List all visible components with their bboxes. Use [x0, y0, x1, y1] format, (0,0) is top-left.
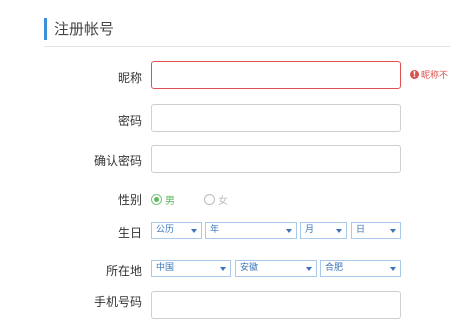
birthday-month-select[interactable]: 月 [300, 222, 347, 239]
birthday-day-select[interactable]: 日 [351, 222, 401, 239]
nickname-error-tip: ! 昵称不 [410, 68, 448, 81]
country-value: 中国 [156, 263, 175, 273]
page-title: 注册帐号 [54, 20, 115, 38]
nickname-input[interactable] [151, 61, 401, 89]
location-country-select[interactable]: 中国 [151, 260, 231, 277]
year-value: 年 [210, 225, 220, 235]
chevron-down-icon [306, 267, 312, 271]
month-value: 月 [305, 225, 315, 235]
password-label: 密码 [117, 114, 142, 128]
radio-checked-icon [151, 194, 162, 205]
chevron-down-icon [336, 229, 342, 233]
chevron-down-icon [390, 267, 396, 271]
confirm-password-label: 确认密码 [93, 154, 142, 168]
chevron-down-icon [286, 229, 292, 233]
phone-label: 手机号码 [93, 295, 142, 309]
gender-radio-female[interactable]: 女 [204, 192, 228, 207]
birthday-year-select[interactable]: 年 [205, 222, 297, 239]
chevron-down-icon [390, 229, 396, 233]
page-header: 注册帐号 [44, 14, 450, 47]
city-value: 合肥 [325, 263, 344, 273]
province-value: 安徽 [240, 263, 259, 273]
chevron-down-icon [220, 267, 226, 271]
birthday-label: 生日 [117, 226, 142, 240]
gender-option-male: 男 [165, 196, 175, 207]
calendar-value: 公历 [156, 225, 175, 235]
title-accent-bar [44, 18, 47, 40]
location-city-select[interactable]: 合肥 [320, 260, 401, 277]
gender-option-female: 女 [218, 196, 228, 207]
radio-unchecked-icon [204, 194, 215, 205]
gender-label: 性别 [117, 193, 142, 207]
phone-input[interactable] [151, 291, 401, 319]
location-province-select[interactable]: 安徽 [235, 260, 317, 277]
location-label: 所在地 [105, 264, 142, 278]
birthday-calendar-select[interactable]: 公历 [151, 222, 202, 239]
confirm-password-input[interactable] [151, 145, 401, 173]
chevron-down-icon [191, 229, 197, 233]
day-value: 日 [356, 225, 366, 235]
nickname-label: 昵称 [117, 71, 142, 85]
error-icon: ! [410, 70, 419, 79]
password-input[interactable] [151, 104, 401, 132]
gender-radio-male[interactable]: 男 [151, 192, 175, 207]
nickname-error-text: 昵称不 [421, 71, 449, 81]
